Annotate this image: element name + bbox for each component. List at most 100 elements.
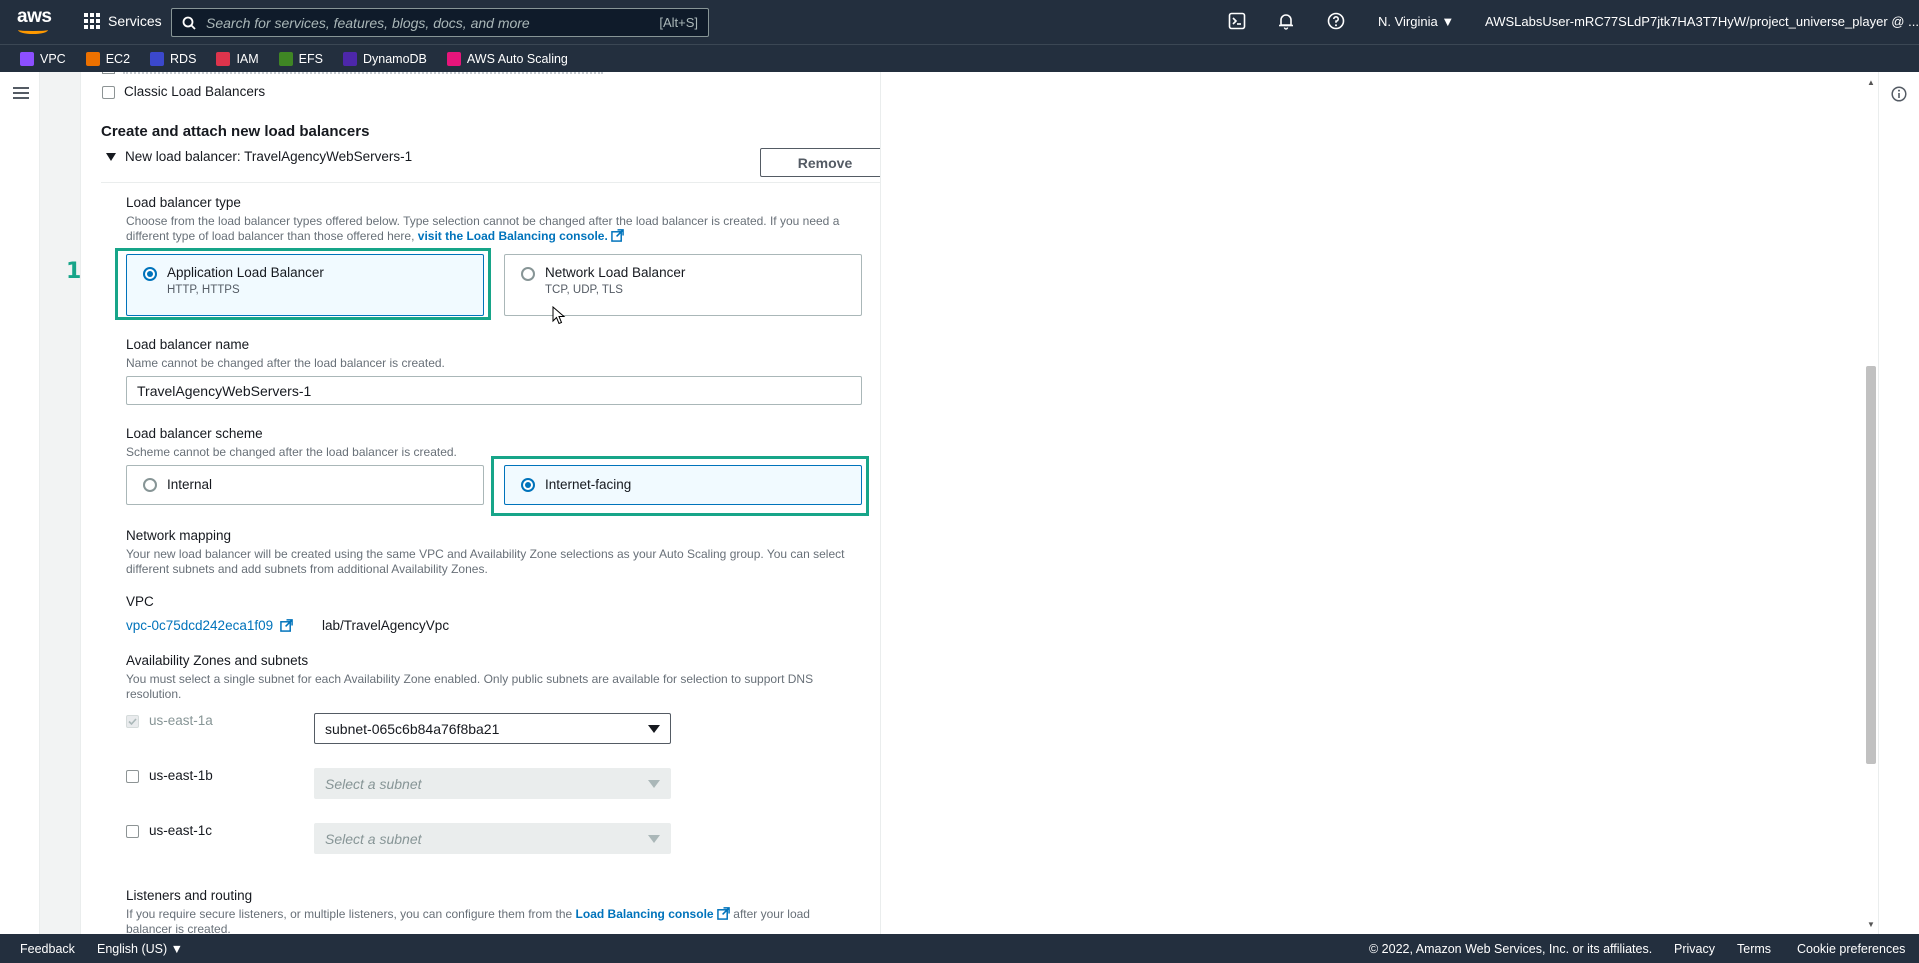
search-input[interactable]: Search for services, features, blogs, do… — [171, 8, 709, 37]
lb-console-link-2[interactable]: Load Balancing console — [576, 907, 714, 921]
az-1a-label: us-east-1a — [149, 713, 213, 728]
services-menu-button[interactable]: Services — [84, 13, 162, 29]
favorite-label: DynamoDB — [362, 51, 427, 66]
caret-down-icon — [648, 779, 660, 788]
listeners-desc-line1: If you require secure listeners, or mult… — [126, 907, 573, 921]
nlb-title: Network Load Balancer — [545, 265, 686, 280]
aws-logo[interactable]: aws — [17, 7, 52, 36]
ec2-service-icon — [85, 51, 100, 66]
rds-service-icon — [150, 51, 165, 66]
language-selector[interactable]: English (US) ▼ — [97, 942, 183, 956]
bell-icon[interactable] — [1277, 12, 1297, 32]
favorite-dynamodb[interactable]: DynamoDB — [342, 51, 427, 66]
favorite-label: RDS — [170, 51, 197, 66]
network-mapping-desc-line1: Your new load balancer will be created u… — [126, 547, 845, 561]
az-1b-label: us-east-1b — [149, 768, 213, 783]
terms-link[interactable]: Terms — [1737, 942, 1771, 956]
aws-auto-scaling-service-icon — [446, 51, 461, 66]
divider — [101, 182, 880, 183]
listeners-desc-line2: after your load — [733, 907, 810, 921]
vpc-name: lab/TravelAgencyVpc — [322, 618, 450, 633]
favorite-aws-auto-scaling[interactable]: AWS Auto Scaling — [446, 51, 568, 66]
region-selector[interactable]: N. Virginia ▼ — [1378, 14, 1454, 29]
listeners-desc: If you require secure listeners, or mult… — [126, 907, 880, 934]
scrollbar-thumb[interactable] — [1866, 366, 1876, 764]
az-1c-subnet-placeholder: Select a subnet — [325, 830, 422, 847]
vpc-label: VPC — [126, 594, 154, 609]
nlb-protocols: TCP, UDP, TLS — [545, 284, 623, 296]
network-mapping-label: Network mapping — [126, 528, 232, 543]
clipped-checkbox[interactable] — [102, 72, 115, 74]
favorite-iam[interactable]: IAM — [216, 51, 259, 66]
lb-scheme-label: Load balancer scheme — [126, 426, 263, 441]
az-1b-subnet-placeholder: Select a subnet — [325, 775, 422, 792]
external-link-icon — [280, 619, 293, 632]
annotation-number-1: 1 — [66, 259, 82, 284]
efs-service-icon — [278, 51, 293, 66]
side-navigation-rail — [0, 72, 40, 934]
classic-lb-checkbox[interactable] — [102, 86, 115, 99]
page-scrollbar[interactable]: ▲ ▼ — [1864, 72, 1878, 934]
lb-type-desc-line2: different type of load balancer than tho… — [126, 229, 415, 243]
lb-type-label: Load balancer type — [126, 195, 241, 210]
favorite-label: EC2 — [105, 51, 131, 66]
azs-desc: You must select a single subnet for each… — [126, 672, 880, 702]
section-title: Create and attach new load balancers — [101, 123, 370, 140]
az-1a-checkbox[interactable] — [126, 715, 139, 728]
copyright-text: © 2022, Amazon Web Services, Inc. or its… — [1369, 942, 1653, 956]
caret-down-icon — [648, 724, 660, 733]
favorite-rds[interactable]: RDS — [150, 51, 197, 66]
internal-radio[interactable] — [143, 478, 157, 492]
caret-down-icon[interactable] — [106, 153, 116, 161]
scroll-down-arrow-icon[interactable]: ▼ — [1867, 920, 1875, 929]
help-icon[interactable] — [1327, 12, 1347, 32]
remove-button[interactable]: Remove — [760, 148, 880, 177]
cloudshell-icon[interactable] — [1228, 12, 1248, 32]
scheme-internal-tile[interactable]: Internal — [126, 465, 484, 505]
lb-name-input[interactable]: TravelAgencyWebServers-1 — [126, 376, 862, 405]
account-menu[interactable]: AWSLabsUser-mRC77SLdP7jtk7HA3T7HyW/proje… — [1485, 14, 1919, 29]
footer-bar: Feedback English (US) ▼ © 2022, Amazon W… — [0, 934, 1919, 963]
lb-console-link[interactable]: visit the Load Balancing console. — [418, 229, 608, 243]
nlb-radio[interactable] — [521, 267, 535, 281]
az-1c-label: us-east-1c — [149, 823, 213, 838]
azs-desc-line1: You must select a single subnet for each… — [126, 672, 814, 686]
az-1b-checkbox[interactable] — [126, 770, 139, 783]
az-1a-subnet-select[interactable]: subnet-065c6b84a76f8ba21 — [314, 713, 671, 744]
favorite-label: EFS — [298, 51, 323, 66]
feedback-link[interactable]: Feedback — [20, 942, 75, 956]
highlight-box-2 — [491, 456, 869, 516]
right-tools-rail — [1878, 72, 1919, 934]
lb-type-desc: Choose from the load balancer types offe… — [126, 214, 880, 244]
favorite-label: VPC — [40, 51, 66, 66]
lb-name-desc: Name cannot be changed after the load ba… — [126, 356, 445, 370]
search-icon — [182, 16, 196, 30]
cookie-preferences-link[interactable]: Cookie preferences — [1797, 942, 1905, 956]
az-1c-subnet-select[interactable]: Select a subnet — [314, 823, 671, 854]
azs-desc-line2: resolution. — [126, 687, 182, 701]
az-1c-checkbox[interactable] — [126, 825, 139, 838]
favorite-vpc[interactable]: VPC — [20, 51, 66, 66]
lb-scheme-desc: Scheme cannot be changed after the load … — [126, 445, 457, 459]
vpc-service-icon — [20, 51, 34, 66]
favorite-ec2[interactable]: EC2 — [85, 51, 131, 66]
info-icon[interactable] — [1891, 86, 1907, 102]
check-icon — [128, 718, 137, 726]
favorite-label: IAM — [236, 51, 259, 66]
privacy-link[interactable]: Privacy — [1674, 942, 1715, 956]
mouse-cursor-icon — [552, 306, 566, 325]
new-lb-header[interactable]: New load balancer: TravelAgencyWebServer… — [125, 149, 412, 164]
favorite-efs[interactable]: EFS — [278, 51, 323, 66]
vpc-id-link[interactable]: vpc-0c75dcd242eca1f09 — [126, 618, 293, 633]
az-1a-subnet-value: subnet-065c6b84a76f8ba21 — [325, 720, 500, 737]
lb-type-desc-line1: Choose from the load balancer types offe… — [126, 214, 840, 228]
search-shortcut: [Alt+S] — [659, 15, 698, 30]
lb-name-label: Load balancer name — [126, 337, 250, 352]
az-1b-subnet-select[interactable]: Select a subnet — [314, 768, 671, 799]
hamburger-menu-icon[interactable] — [13, 87, 29, 99]
scroll-up-arrow-icon[interactable]: ▲ — [1867, 78, 1875, 87]
internal-label: Internal — [167, 477, 213, 492]
services-label: Services — [108, 13, 162, 29]
search-placeholder: Search for services, features, blogs, do… — [206, 14, 530, 31]
iam-service-icon — [216, 51, 231, 66]
